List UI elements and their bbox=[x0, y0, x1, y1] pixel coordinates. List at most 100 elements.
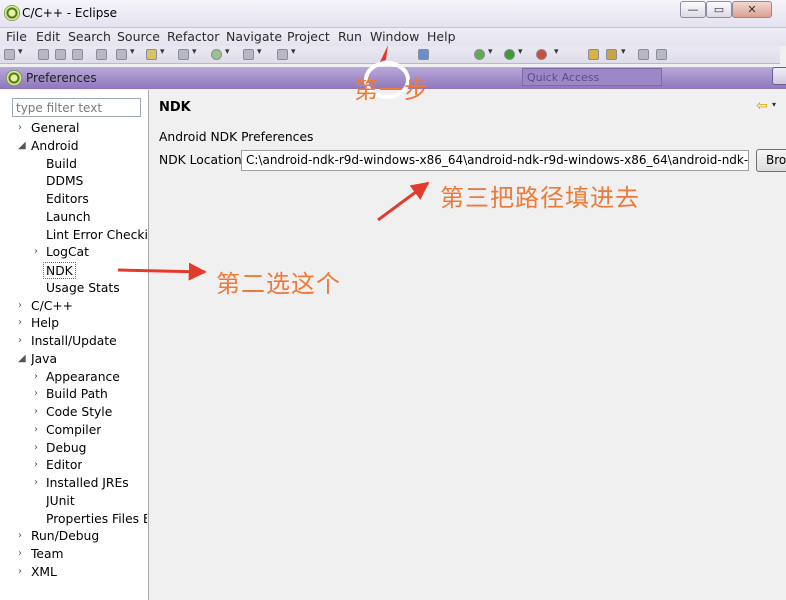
chevron-down-icon[interactable]: ▾ bbox=[225, 47, 230, 57]
tree-item[interactable]: Build bbox=[46, 156, 77, 173]
chevron-down-icon[interactable]: ▾ bbox=[160, 47, 165, 57]
twisty-icon[interactable]: ◢ bbox=[18, 138, 28, 154]
twisty-icon[interactable]: › bbox=[34, 244, 44, 260]
annotation-step-one: 第一步 bbox=[354, 76, 429, 104]
tree-item[interactable]: Launch bbox=[46, 209, 91, 226]
tree-item[interactable]: Install/Update bbox=[31, 333, 117, 350]
twisty-icon[interactable]: › bbox=[34, 440, 44, 456]
eclipse-title-bar: C/C++ - Eclipse — ▭ ✕ bbox=[0, 0, 786, 28]
chevron-down-icon[interactable]: ▾ bbox=[554, 47, 559, 57]
twisty-icon[interactable]: ◢ bbox=[18, 351, 28, 367]
tree-item[interactable]: Editor bbox=[46, 457, 82, 474]
new-project-icon[interactable] bbox=[146, 49, 157, 60]
twisty-icon[interactable]: › bbox=[18, 120, 28, 136]
tree-item[interactable]: Debug bbox=[46, 440, 86, 457]
tree-item[interactable]: Lint Error Checking bbox=[46, 227, 147, 244]
chevron-down-icon[interactable]: ▾ bbox=[257, 47, 262, 57]
search-icon[interactable] bbox=[277, 49, 288, 60]
tool-icon[interactable] bbox=[243, 49, 254, 60]
tree-item[interactable]: DDMS bbox=[46, 173, 83, 190]
quick-access-field[interactable]: Quick Access bbox=[522, 68, 662, 86]
menu-source[interactable]: Source bbox=[117, 29, 160, 44]
menu-search[interactable]: Search bbox=[68, 29, 111, 44]
tree-item[interactable]: LogCat bbox=[46, 244, 89, 261]
restore-button[interactable]: ▭ bbox=[706, 1, 732, 18]
paragraph-icon[interactable] bbox=[656, 49, 667, 60]
pin-icon[interactable] bbox=[418, 49, 429, 60]
tree-item[interactable]: Appearance bbox=[46, 369, 120, 386]
menu-help[interactable]: Help bbox=[427, 29, 456, 44]
tree-item[interactable]: C/C++ bbox=[31, 298, 73, 315]
twisty-icon[interactable]: › bbox=[34, 475, 44, 491]
minimize-button[interactable]: — bbox=[680, 1, 706, 18]
debug-icon[interactable] bbox=[474, 49, 485, 60]
tree-item[interactable]: NDK bbox=[43, 262, 76, 279]
chevron-down-icon[interactable]: ▾ bbox=[192, 47, 197, 57]
document-icon[interactable] bbox=[638, 49, 649, 60]
twisty-icon[interactable]: › bbox=[34, 386, 44, 402]
close-window-button[interactable]: ✕ bbox=[732, 1, 772, 18]
tree-item[interactable]: General bbox=[31, 120, 79, 137]
tree-item[interactable]: Java bbox=[31, 351, 57, 368]
open-folder-icon[interactable] bbox=[588, 49, 599, 60]
menu-navigate[interactable]: Navigate bbox=[226, 29, 282, 44]
twisty-icon[interactable]: › bbox=[34, 369, 44, 385]
menu-window[interactable]: Window bbox=[370, 29, 419, 44]
twisty-icon[interactable]: › bbox=[18, 546, 28, 562]
chevron-down-icon[interactable]: ▾ bbox=[772, 100, 776, 109]
tree-item[interactable]: Help bbox=[31, 315, 59, 332]
tree-item[interactable]: Installed JREs bbox=[46, 475, 129, 492]
tree-item[interactable]: Usage Stats bbox=[46, 280, 120, 297]
tree-item[interactable]: Code Style bbox=[46, 404, 112, 421]
chevron-down-icon[interactable]: ▾ bbox=[18, 47, 23, 57]
chevron-down-icon[interactable]: ▾ bbox=[130, 47, 135, 57]
ndk-location-input[interactable]: C:\android-ndk-r9d-windows-x86_64\androi… bbox=[241, 150, 749, 171]
twisty-icon[interactable]: › bbox=[34, 404, 44, 420]
ndk-location-label: NDK Location bbox=[159, 153, 242, 167]
window-title: C/C++ - Eclipse bbox=[22, 6, 117, 20]
eclipse-logo-icon bbox=[4, 5, 20, 21]
menu-edit[interactable]: Edit bbox=[36, 29, 60, 44]
external-tools-icon[interactable] bbox=[536, 49, 547, 60]
twisty-icon[interactable]: › bbox=[18, 333, 28, 349]
tree-item[interactable]: Compiler bbox=[46, 422, 101, 439]
chevron-down-icon[interactable]: ▾ bbox=[488, 47, 493, 57]
tree-item[interactable]: XML bbox=[31, 564, 57, 581]
new-class-icon[interactable] bbox=[211, 49, 222, 60]
build-icon[interactable] bbox=[96, 49, 107, 60]
dialog-control-button[interactable] bbox=[772, 67, 786, 85]
run-icon[interactable] bbox=[504, 49, 515, 60]
tree-item[interactable]: Build Path bbox=[46, 386, 108, 403]
twisty-icon[interactable]: › bbox=[18, 564, 28, 580]
twisty-icon[interactable]: › bbox=[18, 315, 28, 331]
menu-run[interactable]: Run bbox=[338, 29, 362, 44]
menu-file[interactable]: File bbox=[6, 29, 27, 44]
tree-item[interactable]: JUnit bbox=[46, 493, 75, 510]
save-icon[interactable] bbox=[38, 49, 49, 60]
tree-item[interactable]: Android bbox=[31, 138, 79, 155]
tree-item[interactable]: Editors bbox=[46, 191, 89, 208]
save-all-icon[interactable] bbox=[55, 49, 66, 60]
tree-item[interactable]: Run/Debug bbox=[31, 528, 99, 545]
print-icon[interactable] bbox=[72, 49, 83, 60]
chevron-down-icon[interactable]: ▾ bbox=[518, 47, 523, 57]
twisty-icon[interactable]: › bbox=[18, 298, 28, 314]
filter-input[interactable] bbox=[12, 98, 141, 117]
build-config-icon[interactable] bbox=[116, 49, 127, 60]
back-arrow-icon[interactable]: ⇦ bbox=[756, 98, 768, 114]
browse-button[interactable]: Browse... bbox=[756, 149, 786, 172]
pencil-icon[interactable] bbox=[606, 49, 617, 60]
chevron-down-icon[interactable]: ▾ bbox=[291, 47, 296, 57]
new-file-icon[interactable] bbox=[178, 49, 189, 60]
new-icon[interactable] bbox=[4, 49, 15, 60]
menu-project[interactable]: Project bbox=[287, 29, 330, 44]
tree-item[interactable]: Team bbox=[31, 546, 64, 563]
tree-item[interactable]: Properties Files Editor bbox=[46, 511, 147, 528]
menu-refactor[interactable]: Refactor bbox=[167, 29, 219, 44]
twisty-icon[interactable]: › bbox=[34, 422, 44, 438]
chevron-down-icon[interactable]: ▾ bbox=[621, 47, 626, 57]
twisty-icon[interactable]: › bbox=[34, 457, 44, 473]
twisty-icon[interactable]: › bbox=[18, 528, 28, 544]
